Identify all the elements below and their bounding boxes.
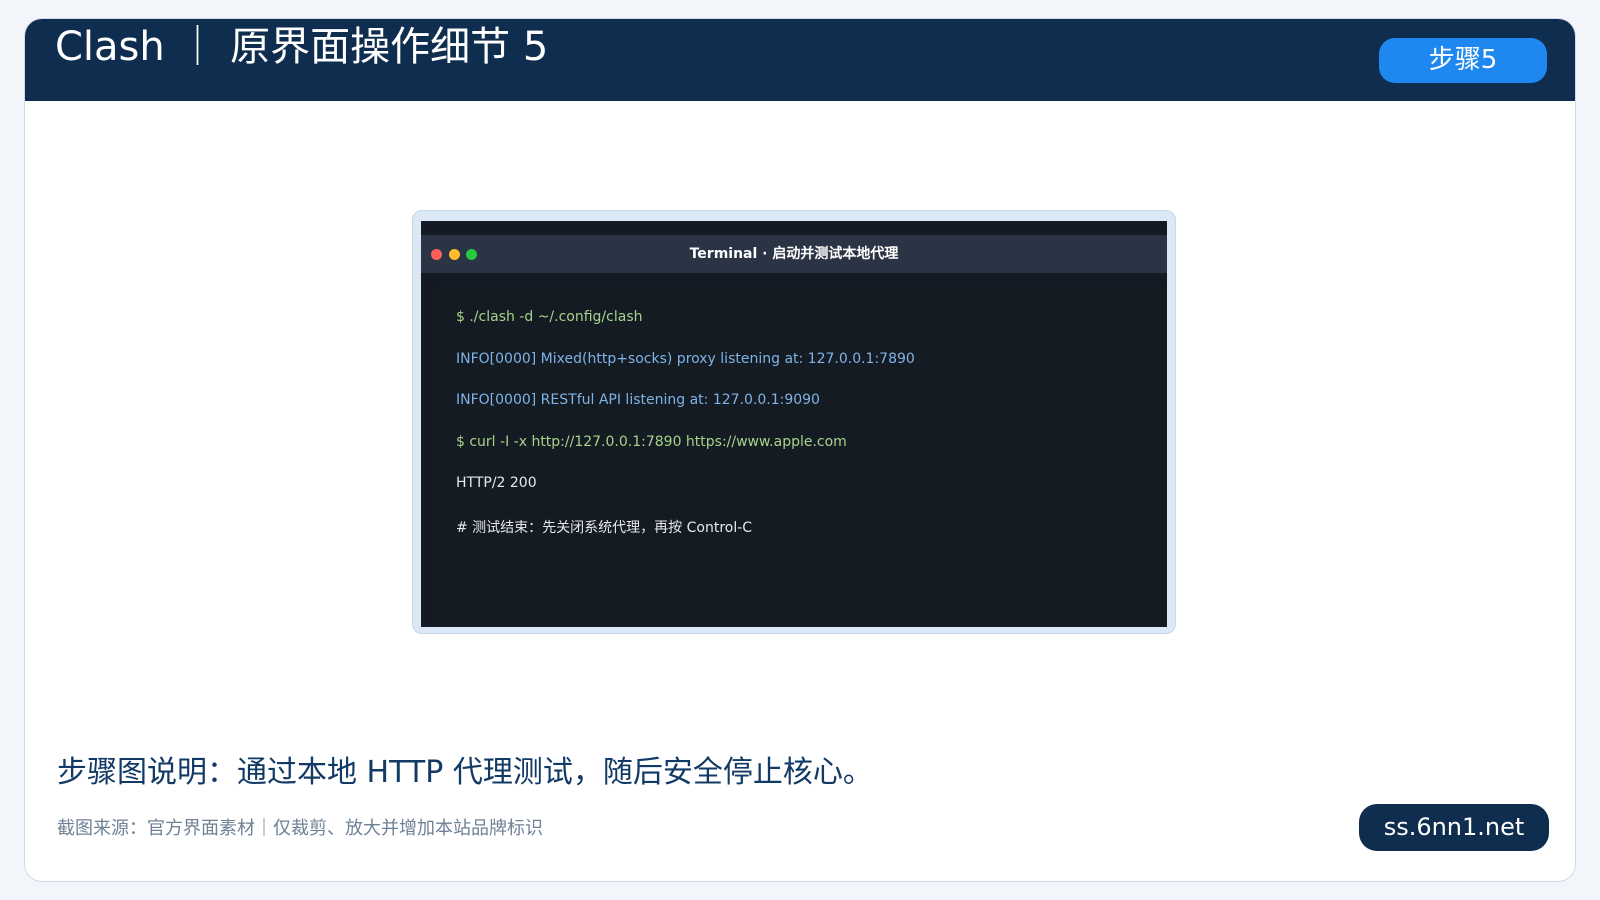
- source-note: 截图来源：官方界面素材｜仅裁剪、放大并增加本站品牌标识: [57, 818, 543, 839]
- step-card: Clash ｜ 原界面操作细节 5 步骤5 Terminal · 启动并测试本地…: [24, 18, 1576, 882]
- terminal-line: HTTP/2 200: [456, 475, 537, 491]
- terminal-line: $ ./clash -d ~/.config/clash: [456, 309, 643, 325]
- step-badge: 步骤5: [1379, 38, 1547, 83]
- terminal-title: Terminal · 启动并测试本地代理: [689, 246, 899, 262]
- step-caption: 步骤图说明：通过本地 HTTP 代理测试，随后安全停止核心。: [57, 755, 873, 790]
- terminal-line: INFO[0000] RESTful API listening at: 127…: [456, 392, 820, 408]
- screenshot-frame: Terminal · 启动并测试本地代理 $ ./clash -d ~/.con…: [412, 210, 1176, 634]
- terminal-line: INFO[0000] Mixed(http+socks) proxy liste…: [456, 351, 915, 367]
- terminal-output: $ ./clash -d ~/.config/clash INFO[0000] …: [436, 287, 1167, 627]
- terminal-line: $ curl -I -x http://127.0.0.1:7890 https…: [456, 434, 847, 450]
- site-badge[interactable]: ss.6nn1.net: [1359, 804, 1549, 851]
- terminal-line: # 测试结束：先关闭系统代理，再按 Control-C: [456, 520, 753, 536]
- header-bar: Clash ｜ 原界面操作细节 5 步骤5: [25, 19, 1575, 101]
- page-title: Clash ｜ 原界面操作细节 5: [55, 24, 549, 70]
- terminal-titlebar: Terminal · 启动并测试本地代理: [421, 235, 1167, 273]
- terminal-window: Terminal · 启动并测试本地代理 $ ./clash -d ~/.con…: [421, 221, 1167, 627]
